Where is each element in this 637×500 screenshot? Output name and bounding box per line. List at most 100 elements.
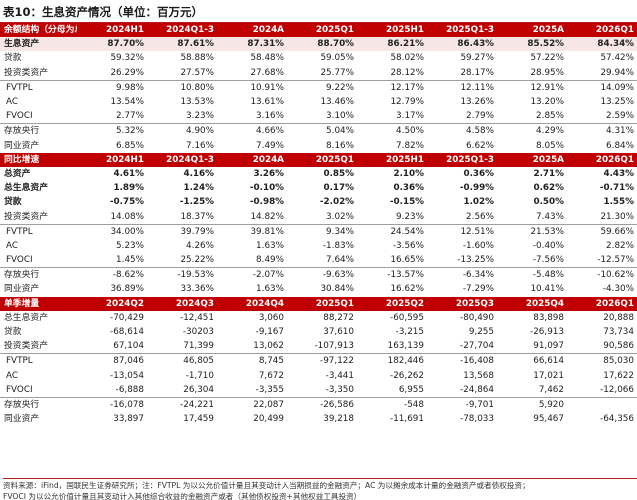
row-label: 生息资产 <box>0 37 77 52</box>
column-header: 2024A <box>217 152 287 167</box>
table-cell: -27,704 <box>460 341 494 352</box>
table-cell: 25.22% <box>180 255 214 266</box>
table-cell: -0.10% <box>249 183 284 194</box>
table-cell: 10.91% <box>217 79 287 95</box>
table-cell: 0.85% <box>323 168 354 179</box>
table-cell: -0.40% <box>532 240 564 251</box>
table-cell: 1.55% <box>603 197 634 208</box>
table-cell: 13.54% <box>110 97 144 108</box>
table-cell: -548 <box>357 396 427 413</box>
table-cell: 58.02% <box>390 53 424 64</box>
table-cell: 10.80% <box>147 79 217 95</box>
table-cell: 6.85% <box>116 140 144 151</box>
table-cell: 9.22% <box>287 79 357 95</box>
table-cell: 7.49% <box>256 140 284 151</box>
table-row: FVTPL 87,046 46,805 8,745 -97,122 182,446 -16,… <box>0 353 637 369</box>
column-header: 2025A <box>497 152 567 167</box>
table-cell: 28.12% <box>390 67 424 78</box>
table-cell: 26.29% <box>110 67 144 78</box>
table-cell: 1.63% <box>256 284 284 295</box>
source-note: 资料来源：iFind，国联民生证券研究所；注：FVTPL 为以公允价值计量且其变… <box>3 478 637 500</box>
table-cell: 7.43% <box>536 211 564 222</box>
table-cell: 182,446 <box>357 353 427 369</box>
row-label: FVTPL <box>0 223 77 239</box>
table-cell: -4.30% <box>602 284 634 295</box>
table-cell: 0.62% <box>533 183 564 194</box>
table-cell: -3,350 <box>325 384 354 395</box>
table-cell: -0.98% <box>249 197 284 208</box>
table-cell: -19.53% <box>147 267 217 283</box>
table-row: FVTPL 9.98% 10.80% 10.91% 9.22% 12.17% 12.11% 1… <box>0 79 637 95</box>
row-label: AC <box>6 97 19 108</box>
table-cell: 12.51% <box>427 223 497 239</box>
table-cell: 20,888 <box>603 312 634 323</box>
column-header: 2024Q1-3 <box>147 23 217 38</box>
table-cell: -3,355 <box>255 384 284 395</box>
source-note-line-1: 资料来源：iFind，国联民生证券研究所；注：FVTPL 为以公允价值计量且其变… <box>3 481 530 490</box>
column-header: 2025H1 <box>357 23 427 38</box>
table-cell: -0.99% <box>459 183 494 194</box>
table-cell: -78,033 <box>460 414 494 425</box>
table-cell: 59.32% <box>110 53 144 64</box>
table-cell: 12.17% <box>357 79 427 95</box>
row-label: 投资类资产 <box>4 67 48 78</box>
table-row: 贷款 -68,614 -30203 -9,167 37,610 -3,215 9,255 -2… <box>0 325 637 339</box>
table-cell: -9,167 <box>255 327 284 338</box>
table-cell: 85.52% <box>497 37 567 52</box>
table-cell: 29.94% <box>600 67 634 78</box>
table-cell: -3,441 <box>325 370 354 381</box>
column-header: 2025Q4 <box>497 296 567 311</box>
table-cell: 5,920 <box>497 396 567 413</box>
table-cell: -1,710 <box>185 370 214 381</box>
section-header-yoy: 同比增速 2024H1 2024Q1-3 2024A 2025Q1 2025H1 2025Q… <box>0 152 637 167</box>
table-row: 总生息资产 1.89% 1.24% -0.10% 0.17% 0.36% -0.99% 0.6… <box>0 181 637 195</box>
table-cell: -1.25% <box>179 197 214 208</box>
table-cell: -24,864 <box>460 384 494 395</box>
table-cell: 1.02% <box>463 197 494 208</box>
table-cell: 30.84% <box>320 284 354 295</box>
section-title: 余额结构（分母为总资产） <box>0 23 77 38</box>
column-header: 2024A <box>217 23 287 38</box>
table-cell: -2.02% <box>319 197 354 208</box>
row-label: FVOCI <box>6 111 33 122</box>
table-cell: 2.10% <box>393 168 424 179</box>
table-row: 贷款 59.32% 58.88% 58.48% 59.05% 58.02% 59.27% 57… <box>0 51 637 65</box>
column-header: 2026Q1 <box>567 152 637 167</box>
report-page: 表10：生息资产情况（单位：百万元） 余额结构（分母为总资产）2024H1202… <box>0 0 637 500</box>
table-cell: 2.56% <box>466 211 494 222</box>
table-cell: -16,408 <box>427 353 497 369</box>
table-cell: 8.16% <box>326 140 354 151</box>
table-title: 表10：生息资产情况（单位：百万元） <box>3 5 204 19</box>
table-cell: 3,060 <box>258 312 284 323</box>
table-cell: -13,054 <box>110 370 144 381</box>
table-cell: 71,399 <box>183 341 214 352</box>
table-cell: 2.79% <box>466 111 494 122</box>
table-row: 生息资产 87.70% 87.61% 87.31% 88.70% 86.21% 86.43%… <box>0 37 637 52</box>
table-row: FVOCI -6,888 26,304 -3,355 -3,350 6,955 -24,86… <box>0 383 637 398</box>
table-cell: -8.62% <box>77 267 147 283</box>
table-cell: -6,888 <box>115 384 144 395</box>
table-cell: 13.26% <box>460 97 494 108</box>
table-cell: -64,356 <box>600 414 634 425</box>
table-cell: -3.56% <box>392 240 424 251</box>
table-cell: 9.34% <box>287 223 357 239</box>
table-cell: -0.71% <box>599 183 634 194</box>
table-row: 贷款 -0.75% -1.25% -0.98% -2.02% -0.15% 1.02% 0.5… <box>0 195 637 209</box>
table-cell: 14.82% <box>250 211 284 222</box>
table-cell: 4.16% <box>183 168 214 179</box>
table-cell: -16,078 <box>77 396 147 413</box>
interest-earning-assets-table: 余额结构（分母为总资产）2024H12024Q1-32024A2025Q1202… <box>0 23 637 426</box>
table-cell: 66,614 <box>497 353 567 369</box>
table-cell: 88.70% <box>287 37 357 52</box>
table-cell: -70,429 <box>110 312 144 323</box>
table-cell: 17,622 <box>603 370 634 381</box>
table-row: 投资类资产 26.29% 27.57% 27.68% 25.77% 28.12% 28.17… <box>0 66 637 81</box>
table-cell: 4.50% <box>357 123 427 139</box>
row-label: 贷款 <box>4 197 22 208</box>
table-cell: 84.34% <box>567 37 637 52</box>
table-cell: 24.54% <box>357 223 427 239</box>
table-cell: -9,701 <box>427 396 497 413</box>
row-label: FVOCI <box>6 255 33 266</box>
table-cell: -26,586 <box>287 396 357 413</box>
table-cell: 21.53% <box>497 223 567 239</box>
